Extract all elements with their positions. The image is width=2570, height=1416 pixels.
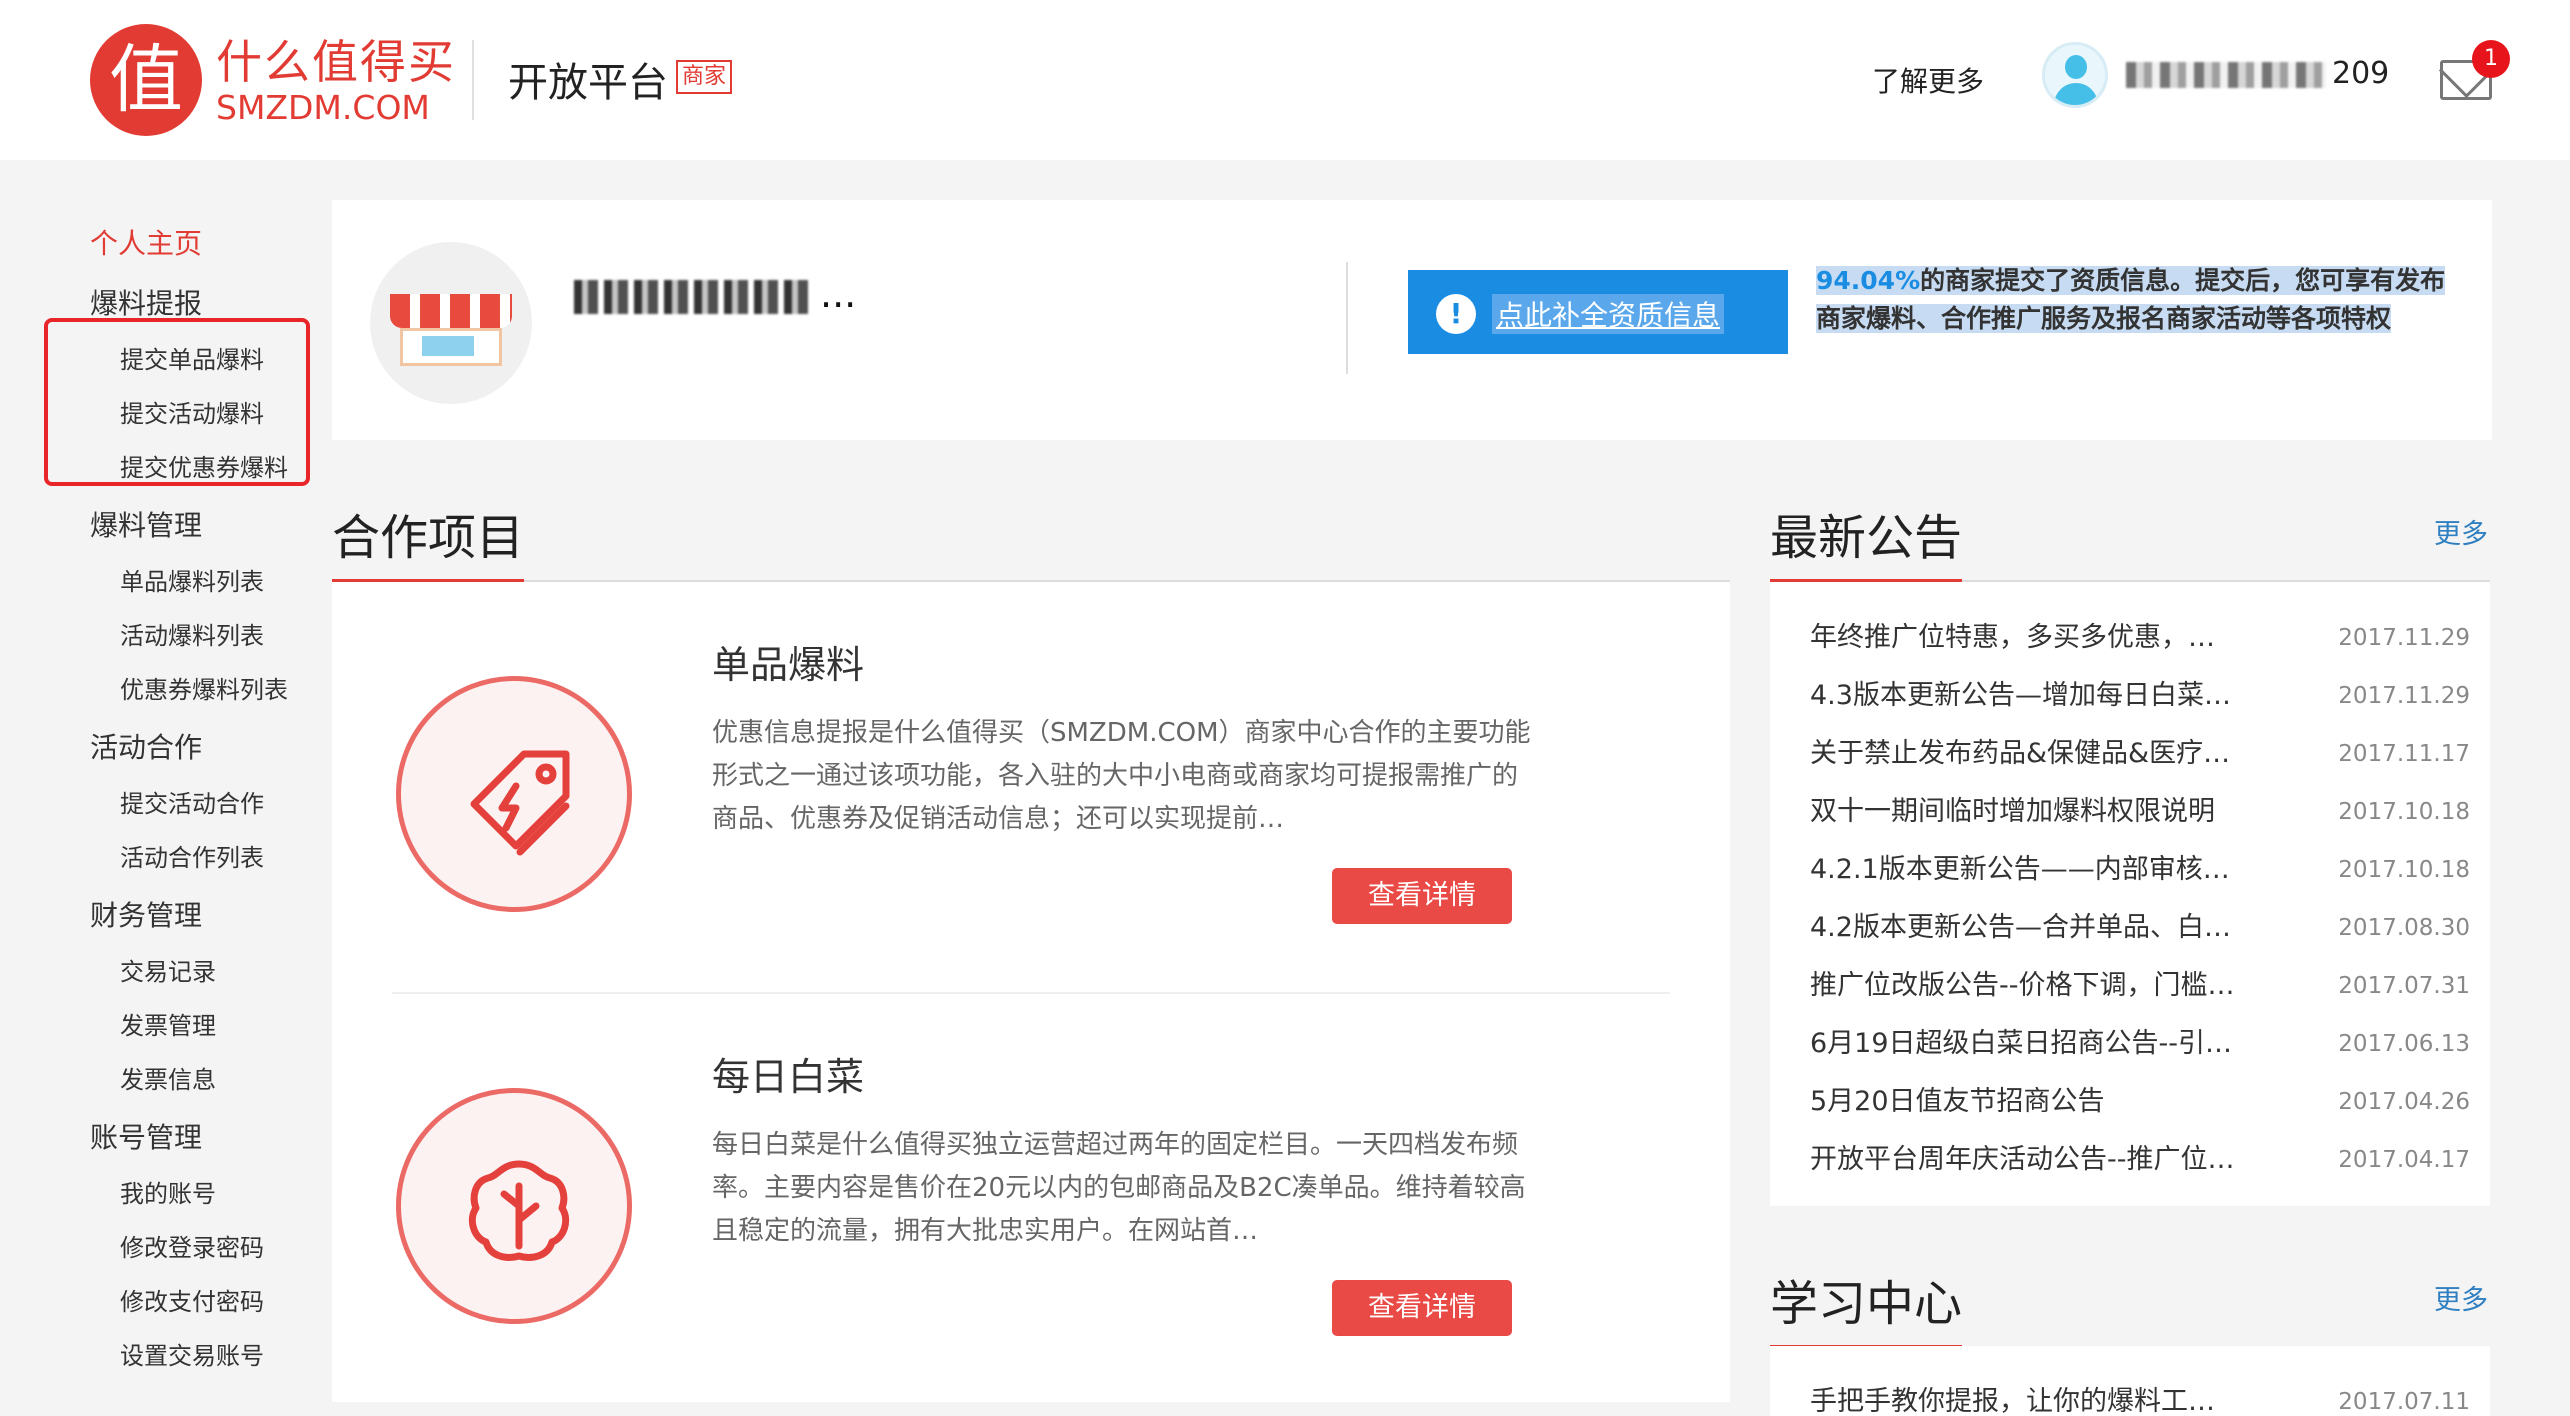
coop-section-title: 合作项目 xyxy=(332,510,525,566)
merchant-badge: 商家 xyxy=(676,60,733,94)
notice-item[interactable]: 5月20日值友节招商公告 2017.04.26 xyxy=(1810,1082,2470,1140)
sidebar-item-single-list[interactable]: 单品爆料列表 xyxy=(120,562,264,597)
sidebar-group-manage[interactable]: 爆料管理 xyxy=(90,504,202,544)
notice-date: 2017.11.29 xyxy=(2338,683,2470,709)
sidebar-item-transactions[interactable]: 交易记录 xyxy=(120,952,216,987)
header-divider xyxy=(472,40,474,120)
notice-panel: 年终推广位特惠，多买多优惠，… 2017.11.29 4.3版本更新公告—增加每日… xyxy=(1770,582,2490,1206)
smzdm-logo-icon[interactable]: 值 xyxy=(90,24,202,136)
view-details-button[interactable]: 查看详情 xyxy=(1332,1280,1512,1336)
card-divider xyxy=(1346,262,1348,374)
notice-item[interactable]: 推广位改版公告--价格下调，门槛… 2017.07.31 xyxy=(1810,966,2470,1024)
notice-title[interactable]: 开放平台周年庆活动公告--推广位… xyxy=(1810,1140,2270,1180)
notice-item[interactable]: 双十一期间临时增加爆料权限说明 2017.10.18 xyxy=(1810,792,2470,850)
sidebar-item-submit-coop[interactable]: 提交活动合作 xyxy=(120,784,264,819)
sidebar-item-invoice-info[interactable]: 发票信息 xyxy=(120,1060,216,1095)
notice-title[interactable]: 年终推广位特惠，多买多优惠，… xyxy=(1810,618,2270,658)
sidebar-item-home[interactable]: 个人主页 xyxy=(90,222,202,262)
tag-icon xyxy=(396,676,632,912)
mail-unread-badge: 1 xyxy=(2472,40,2510,78)
notice-title[interactable]: 推广位改版公告--价格下调，门槛… xyxy=(1810,966,2270,1006)
sidebar-group-account[interactable]: 账号管理 xyxy=(90,1116,202,1156)
qualification-description: 94.04%的商家提交了资质信息。提交后，您可享有发布商家爆料、合作推广服务及报… xyxy=(1816,262,2456,338)
notice-date: 2017.11.29 xyxy=(2338,625,2470,651)
profile-card: ... ! 点此补全资质信息 94.04%的商家提交了资质信息。提交后，您可享有… xyxy=(332,200,2492,440)
notice-title[interactable]: 5月20日值友节招商公告 xyxy=(1810,1082,2270,1122)
sidebar-group-finance[interactable]: 财务管理 xyxy=(90,894,202,934)
sidebar-item-activity-list[interactable]: 活动爆料列表 xyxy=(120,616,264,651)
notice-title[interactable]: 6月19日超级白菜日招商公告--引… xyxy=(1810,1024,2270,1064)
notice-title[interactable]: 关于禁止发布药品&保健品&医疗… xyxy=(1810,734,2270,774)
sidebar-item-coop-list[interactable]: 活动合作列表 xyxy=(120,838,264,873)
sidebar-group-activity[interactable]: 活动合作 xyxy=(90,726,202,766)
notice-item[interactable]: 4.2版本更新公告—合并单品、白… 2017.08.30 xyxy=(1810,908,2470,966)
notice-item[interactable]: 4.3版本更新公告—增加每日白菜… 2017.11.29 xyxy=(1810,676,2470,734)
username[interactable]: 209 xyxy=(2126,56,2389,91)
learn-more-link[interactable]: 更多 xyxy=(2434,1278,2488,1317)
complete-qualification-label[interactable]: 点此补全资质信息 xyxy=(1492,294,1725,334)
notice-title[interactable]: 双十一期间临时增加爆料权限说明 xyxy=(1810,792,2270,832)
qualification-percent: 94.04% xyxy=(1816,266,1921,295)
sidebar-item-login-password[interactable]: 修改登录密码 xyxy=(120,1228,264,1263)
learn-panel: 手把手教你提报，让你的爆料工… 2017.07.11 xyxy=(1770,1346,2490,1416)
logo-text-en[interactable]: SMZDM.COM xyxy=(216,88,430,127)
coop-panel: 单品爆料 优惠信息提报是什么值得买（SMZDM.COM）商家中心合作的主要功能形… xyxy=(332,582,1730,1402)
user-avatar-icon[interactable] xyxy=(2042,42,2108,108)
notice-date: 2017.06.13 xyxy=(2338,1031,2470,1057)
learn-more-link[interactable]: 了解更多 xyxy=(1872,60,1984,100)
notice-item[interactable]: 6月19日超级白菜日招商公告--引… 2017.06.13 xyxy=(1810,1024,2470,1082)
sidebar-highlight-box xyxy=(44,318,310,486)
platform-title: 开放平台 xyxy=(508,60,668,106)
top-header: 值 什么值得买 SMZDM.COM 开放平台 商家 了解更多 209 1 xyxy=(0,0,2570,160)
notice-title[interactable]: 4.2.1版本更新公告——内部审核… xyxy=(1810,850,2270,890)
notice-date: 2017.10.18 xyxy=(2338,857,2470,883)
learn-section-title: 学习中心 xyxy=(1770,1276,1963,1332)
logo-text-cn[interactable]: 什么值得买 xyxy=(216,26,456,92)
coop-item-desc: 每日白菜是什么值得买独立运营超过两年的固定栏目。一天四档发布频率。主要内容是售价… xyxy=(712,1130,1526,1246)
sidebar-item-coupon-list[interactable]: 优惠券爆料列表 xyxy=(120,670,288,705)
notice-date: 2017.04.17 xyxy=(2338,1147,2470,1173)
coop-separator xyxy=(392,992,1670,994)
notice-date: 2017.08.30 xyxy=(2338,915,2470,941)
sidebar-item-my-account[interactable]: 我的账号 xyxy=(120,1174,216,1209)
notice-item[interactable]: 开放平台周年庆活动公告--推广位… 2017.04.17 xyxy=(1810,1140,2470,1198)
coop-item-desc: 优惠信息提报是什么值得买（SMZDM.COM）商家中心合作的主要功能形式之一通过… xyxy=(712,718,1531,834)
notice-more-link[interactable]: 更多 xyxy=(2434,512,2488,551)
shop-name: ... xyxy=(574,272,856,316)
notice-item[interactable]: 4.2.1版本更新公告——内部审核… 2017.10.18 xyxy=(1810,850,2470,908)
learn-title[interactable]: 手把手教你提报，让你的爆料工… xyxy=(1810,1382,2270,1416)
notice-section-title: 最新公告 xyxy=(1770,510,1963,566)
notice-date: 2017.07.31 xyxy=(2338,973,2470,999)
info-icon: ! xyxy=(1436,294,1476,334)
username-suffix: 209 xyxy=(2332,56,2390,91)
learn-item[interactable]: 手把手教你提报，让你的爆料工… 2017.07.11 xyxy=(1810,1382,2470,1416)
learn-date: 2017.07.11 xyxy=(2338,1389,2470,1415)
shop-icon xyxy=(370,242,532,404)
sidebar-item-pay-password[interactable]: 修改支付密码 xyxy=(120,1282,264,1317)
sidebar-item-trade-account[interactable]: 设置交易账号 xyxy=(120,1336,264,1371)
notice-item[interactable]: 关于禁止发布药品&保健品&医疗… 2017.11.17 xyxy=(1810,734,2470,792)
view-details-button[interactable]: 查看详情 xyxy=(1332,868,1512,924)
notice-title[interactable]: 4.3版本更新公告—增加每日白菜… xyxy=(1810,676,2270,716)
notice-date: 2017.04.26 xyxy=(2338,1089,2470,1115)
sidebar-group-submit[interactable]: 爆料提报 xyxy=(90,282,202,322)
notice-title[interactable]: 4.2版本更新公告—合并单品、白… xyxy=(1810,908,2270,948)
coop-item-title: 每日白菜 xyxy=(712,1055,865,1099)
shop-name-suffix: ... xyxy=(820,272,857,316)
notice-date: 2017.11.17 xyxy=(2338,741,2470,767)
notice-item[interactable]: 年终推广位特惠，多买多优惠，… 2017.11.29 xyxy=(1810,618,2470,676)
complete-qualification-button[interactable]: ! 点此补全资质信息 xyxy=(1408,270,1788,354)
coop-item-title: 单品爆料 xyxy=(712,643,865,687)
notice-date: 2017.10.18 xyxy=(2338,799,2470,825)
sidebar-item-invoice-manage[interactable]: 发票管理 xyxy=(120,1006,216,1041)
cabbage-icon xyxy=(396,1088,632,1324)
